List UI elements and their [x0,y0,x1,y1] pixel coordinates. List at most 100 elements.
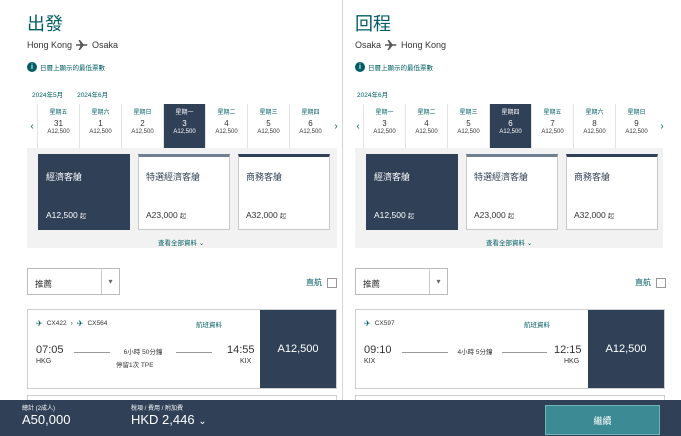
arrival-airport: KIX [240,358,252,365]
date-cell[interactable]: 星期三 5 A12,500 [247,104,289,148]
cabin-price: A32,000 起 [574,210,614,220]
cabin-economy[interactable]: 經濟客艙 A12,500 起 [366,154,458,230]
date-cell[interactable]: 星期五 7 A12,500 [531,104,573,148]
date-cell[interactable]: 星期一 3 A12,500 [363,104,405,148]
date-price: A12,500 [625,129,648,135]
direct-checkbox[interactable] [327,277,337,288]
lowest-fare-info: i 日曆上顯示的最低票數 [355,62,433,72]
return-date-strip: ‹ 星期一 3 A12,500 星期二 4 A12,500 星期三 5 A12,500 星期… [353,104,667,148]
cabin-price: A12,500 起 [374,210,414,220]
arrival-time: 14:55 [227,344,255,356]
cabin-price-value: A12,500 [374,210,406,220]
date-weekday: 星期六 [585,110,604,116]
date-cell[interactable]: 星期二 4 A12,500 [405,104,447,148]
airline-logo-icon: ✈ [36,319,43,328]
date-cell[interactable]: 星期日 2 A12,500 [121,104,163,148]
date-weekday: 星期日 [627,110,646,116]
direct-filter[interactable]: 直航 [635,277,666,288]
flight-details-link[interactable]: 航班資料 [196,319,222,329]
plane-icon [385,40,397,50]
cabin-name: 特選經濟客艙 [474,172,529,182]
flight-codes: ✈ CX422 › ✈ CX564 [36,319,107,328]
sort-select[interactable]: 推薦 ▾ [355,268,448,295]
view-all-details-link[interactable]: 查看全部資料 ⌄ [486,237,532,247]
date-price: A12,500 [173,129,196,135]
view-all-details-link[interactable]: 查看全部資料 ⌄ [158,237,204,247]
chevron-down-icon: ⌄ [526,240,533,247]
date-cell-selected[interactable]: 星期四 6 A12,500 [489,104,531,148]
airline-logo-icon: ✈ [364,319,371,328]
date-price: A12,500 [499,129,522,135]
sort-select[interactable]: 推薦 ▾ [27,268,120,295]
tax-breakdown-toggle[interactable]: HKD 2,446 ⌄ [131,412,207,427]
outbound-column: 出發 Hong Kong Osaka i 日曆上顯示的最低票數 2024年5月 … [0,0,343,400]
date-cell[interactable]: 星期六 8 A12,500 [573,104,615,148]
date-day: 7 [550,118,555,128]
cabin-price-suffix: 起 [608,214,615,220]
departure-airport: HKG [36,358,52,365]
flight-price[interactable]: A12,500 [588,310,664,388]
cabin-name: 經濟客艙 [374,172,411,182]
flight-duration: 6小時 50分鐘 [110,346,176,356]
prev-dates-icon[interactable]: ‹ [353,104,363,148]
date-weekday: 星期六 [91,110,110,116]
outbound-cabins: 經濟客艙 A12,500 起 特選經濟客艙 A23,000 起 商務客艙 A32… [38,154,330,230]
arrival-time: 12:15 [554,344,582,356]
month-labels: 2024年5月 2024年6月 [32,89,108,99]
flight-details-link[interactable]: 航班資料 [524,319,550,329]
date-weekday: 星期二 [217,110,236,116]
continue-button[interactable]: 繼續 [545,405,660,435]
cabin-name: 特選經濟客艙 [146,172,201,182]
date-weekday: 星期五 [543,110,562,116]
arrival-airport: HKG [564,358,580,365]
date-price: A12,500 [541,129,564,135]
date-cell-selected[interactable]: 星期一 3 A12,500 [163,104,205,148]
info-icon: i [27,62,37,72]
direct-label: 直航 [306,278,322,287]
cabin-premium-economy[interactable]: 特選經濟客艙 A23,000 起 [466,154,558,230]
date-cell[interactable]: 星期六 1 A12,500 [79,104,121,148]
cabin-price-suffix: 起 [408,214,415,220]
return-column: 回程 Osaka Hong Kong i 日曆上顯示的最低票數 2024年6月 … [343,0,681,400]
date-weekday: 星期二 [417,110,436,116]
route-destination: Hong Kong [401,40,447,50]
date-day: 9 [634,118,639,128]
cabin-price-suffix: 起 [508,214,515,220]
date-day: 6 [508,118,513,128]
date-day: 3 [382,118,387,128]
outbound-title: 出發 [27,14,63,34]
date-cell[interactable]: 星期二 4 A12,500 [205,104,247,148]
sort-value: 推薦 [35,279,53,289]
date-cell[interactable]: 星期五 31 A12,500 [37,104,79,148]
month-label: 2024年6月 [357,92,389,99]
flight-card[interactable]: ✈ CX422 › ✈ CX564 航班資料 07:05 HKG 6小時 50分… [27,309,337,389]
date-cell[interactable]: 星期三 5 A12,500 [447,104,489,148]
cabin-premium-economy[interactable]: 特選經濟客艙 A23,000 起 [138,154,230,230]
cabin-economy[interactable]: 經濟客艙 A12,500 起 [38,154,130,230]
date-day: 4 [424,118,429,128]
info-text: 日曆上顯示的最低票數 [368,65,433,72]
date-weekday: 星期三 [459,110,478,116]
outbound-date-strip: ‹ 星期五 31 A12,500 星期六 1 A12,500 星期日 2 A12,500 星… [27,104,341,148]
date-price: A12,500 [373,129,396,135]
cabin-business[interactable]: 商務客艙 A32,000 起 [238,154,330,230]
view-all-label: 查看全部資料 [486,240,525,247]
date-cell[interactable]: 星期日 9 A12,500 [615,104,657,148]
flight-card[interactable]: ✈ CX597 航班資料 09:10 KIX 4小時 5分鐘 12:15 HKG… [355,309,665,389]
flight-codes: ✈ CX597 [364,319,395,328]
next-dates-icon[interactable]: › [657,104,667,148]
route-origin: Hong Kong [27,40,73,50]
prev-dates-icon[interactable]: ‹ [27,104,37,148]
lowest-fare-info: i 日曆上顯示的最低票數 [27,62,105,72]
airline-logo-icon: ✈ [76,319,84,328]
flight-price[interactable]: A12,500 [260,310,336,388]
date-cell[interactable]: 星期四 6 A12,500 [289,104,331,148]
tax-value: HKD 2,446 [131,412,195,427]
cabin-price-suffix: 起 [80,214,87,220]
date-weekday: 星期日 [133,110,152,116]
next-dates-icon[interactable]: › [331,104,341,148]
direct-filter[interactable]: 直航 [306,277,337,288]
cabin-business[interactable]: 商務客艙 A32,000 起 [566,154,658,230]
direct-checkbox[interactable] [656,277,666,288]
cabin-price: A23,000 起 [146,210,186,220]
